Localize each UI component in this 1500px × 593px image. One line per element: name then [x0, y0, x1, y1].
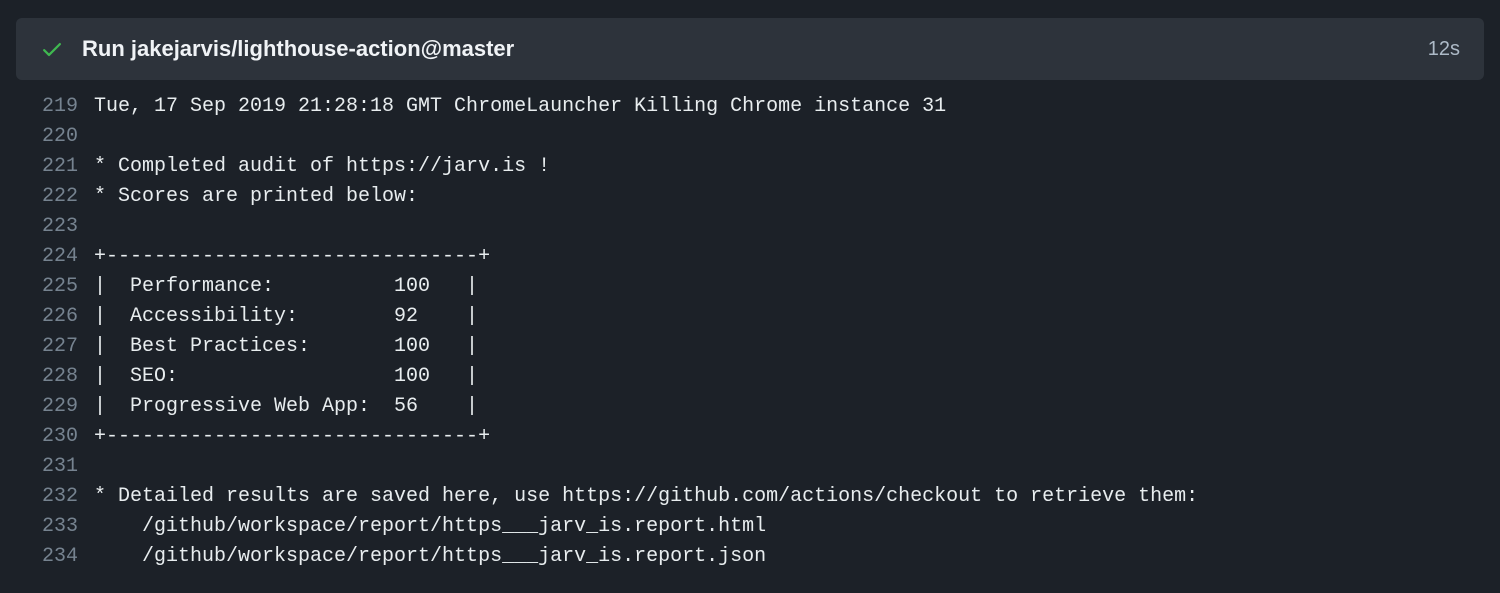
line-text: * Completed audit of https://jarv.is !: [94, 152, 550, 182]
line-text: | SEO: 100 |: [94, 362, 478, 392]
line-number: 223: [16, 212, 94, 242]
step-title: Run jakejarvis/lighthouse-action@master: [82, 36, 1428, 62]
line-text: +-------------------------------+: [94, 242, 490, 272]
log-line: 221* Completed audit of https://jarv.is …: [16, 152, 1500, 182]
log-line: 228| SEO: 100 |: [16, 362, 1500, 392]
log-line: 226| Accessibility: 92 |: [16, 302, 1500, 332]
workflow-step-header[interactable]: Run jakejarvis/lighthouse-action@master …: [16, 18, 1484, 80]
step-duration: 12s: [1428, 38, 1460, 61]
line-number: 231: [16, 452, 94, 482]
log-line: 230+-------------------------------+: [16, 422, 1500, 452]
line-text: +-------------------------------+: [94, 422, 490, 452]
line-number: 227: [16, 332, 94, 362]
line-number: 230: [16, 422, 94, 452]
line-number: 220: [16, 122, 94, 152]
line-number: 226: [16, 302, 94, 332]
log-line: 227| Best Practices: 100 |: [16, 332, 1500, 362]
line-number: 232: [16, 482, 94, 512]
line-number: 233: [16, 512, 94, 542]
log-line: 231: [16, 452, 1500, 482]
line-text: * Scores are printed below:: [94, 182, 418, 212]
log-line: 224+-------------------------------+: [16, 242, 1500, 272]
log-line: 220: [16, 122, 1500, 152]
log-output: 219Tue, 17 Sep 2019 21:28:18 GMT ChromeL…: [0, 92, 1500, 572]
check-icon: [40, 37, 64, 61]
line-number: 225: [16, 272, 94, 302]
line-text: | Best Practices: 100 |: [94, 332, 478, 362]
line-number: 224: [16, 242, 94, 272]
log-line: 219Tue, 17 Sep 2019 21:28:18 GMT ChromeL…: [16, 92, 1500, 122]
log-line: 229| Progressive Web App: 56 |: [16, 392, 1500, 422]
line-number: 222: [16, 182, 94, 212]
line-text: | Performance: 100 |: [94, 272, 478, 302]
line-text: /github/workspace/report/https___jarv_is…: [94, 542, 766, 572]
log-line: 225| Performance: 100 |: [16, 272, 1500, 302]
log-line: 233 /github/workspace/report/https___jar…: [16, 512, 1500, 542]
line-number: 228: [16, 362, 94, 392]
line-number: 229: [16, 392, 94, 422]
line-text: | Progressive Web App: 56 |: [94, 392, 478, 422]
log-line: 223: [16, 212, 1500, 242]
line-text: * Detailed results are saved here, use h…: [94, 482, 1198, 512]
line-text: | Accessibility: 92 |: [94, 302, 478, 332]
line-number: 219: [16, 92, 94, 122]
line-number: 234: [16, 542, 94, 572]
line-number: 221: [16, 152, 94, 182]
log-line: 222* Scores are printed below:: [16, 182, 1500, 212]
line-text: Tue, 17 Sep 2019 21:28:18 GMT ChromeLaun…: [94, 92, 946, 122]
log-line: 234 /github/workspace/report/https___jar…: [16, 542, 1500, 572]
log-line: 232* Detailed results are saved here, us…: [16, 482, 1500, 512]
line-text: /github/workspace/report/https___jarv_is…: [94, 512, 766, 542]
